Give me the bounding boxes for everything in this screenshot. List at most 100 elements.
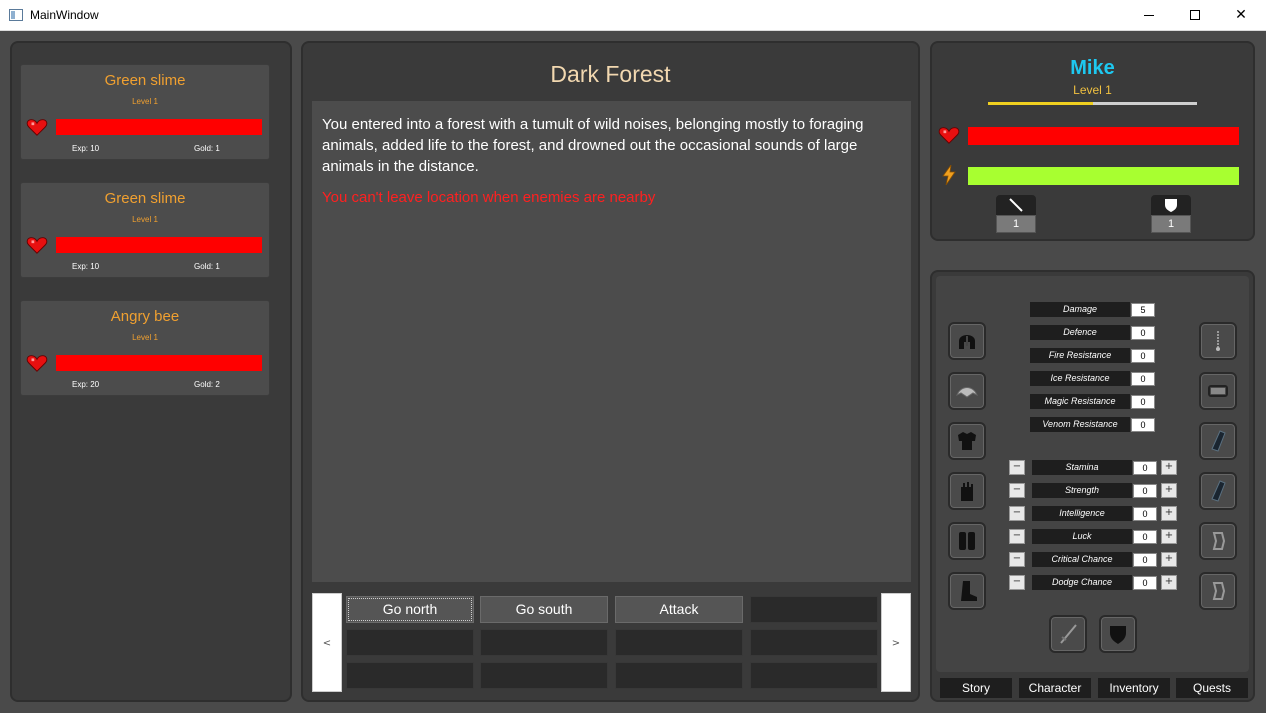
enemy-health-bar (56, 119, 262, 135)
title-bar: MainWindow ✕ (0, 0, 1266, 31)
action-go-south-button[interactable]: Go south (480, 596, 608, 623)
increase-luck-button[interactable]: + (1161, 529, 1177, 544)
action-slot-button[interactable] (480, 629, 608, 656)
heart-icon (26, 119, 48, 136)
stat-value: 0 (1131, 326, 1155, 340)
enemy-exp: Exp: 10 (72, 144, 100, 153)
gloves-slot[interactable] (948, 472, 986, 510)
attribute-value: 0 (1133, 553, 1157, 567)
increase-intelligence-button[interactable]: + (1161, 506, 1177, 521)
enemy-gold: Gold: 1 (194, 262, 220, 271)
ring-slot[interactable] (1199, 572, 1237, 610)
helmet-slot[interactable] (948, 322, 986, 360)
close-icon: ✕ (1235, 7, 1247, 23)
bracer-right-slot[interactable] (1199, 472, 1237, 510)
player-level: Level 1 (1073, 83, 1112, 97)
attribute-label: Intelligence (1032, 506, 1132, 521)
increase-stamina-button[interactable]: + (1161, 460, 1177, 475)
decrease-strength-button[interactable]: − (1009, 483, 1025, 498)
enemy-name: Angry bee (110, 308, 180, 325)
attribute-value: 0 (1133, 461, 1157, 475)
tab-inventory[interactable]: Inventory (1098, 678, 1170, 698)
increase-critical-chance-button[interactable]: + (1161, 552, 1177, 567)
stat-label: Ice Resistance (1030, 371, 1130, 386)
attack-stat: 1 (996, 195, 1036, 233)
bracer-icon (1208, 385, 1228, 397)
attribute-label: Dodge Chance (1032, 575, 1132, 590)
attribute-label: Luck (1032, 529, 1132, 544)
tab-character[interactable]: Character (1019, 678, 1091, 698)
action-slot-button[interactable] (750, 629, 878, 656)
action-slot-button[interactable] (615, 629, 743, 656)
bracer-slot[interactable] (1199, 372, 1237, 410)
shield-icon (1165, 199, 1177, 212)
lightning-icon (942, 165, 956, 185)
experience-bar (988, 102, 1197, 105)
story-log[interactable]: You entered into a forest with a tumult … (312, 101, 911, 582)
decrease-critical-chance-button[interactable]: − (1009, 552, 1025, 567)
chest-armor-icon (958, 432, 976, 450)
tab-quests[interactable]: Quests (1176, 678, 1248, 698)
attribute-value: 0 (1133, 576, 1157, 590)
character-sheet: Damage 5 Defence 0 Fire Resistance 0 Ice… (936, 276, 1249, 698)
boots-slot[interactable] (948, 572, 986, 610)
action-slot-button[interactable] (750, 662, 878, 689)
stat-value: 5 (1131, 303, 1155, 317)
decrease-luck-button[interactable]: − (1009, 529, 1025, 544)
stat-value: 0 (1131, 349, 1155, 363)
enemy-card[interactable]: Green slime Level 1 Exp: 10 Gold: 1 (20, 182, 270, 278)
next-actions-button[interactable]: > (881, 593, 911, 692)
app-icon (9, 9, 23, 21)
action-slot-button[interactable] (750, 596, 878, 623)
decrease-intelligence-button[interactable]: − (1009, 506, 1025, 521)
player-name: Mike (1070, 57, 1115, 79)
enemy-level: Level 1 (132, 97, 158, 106)
action-go-north-button[interactable]: Go north (346, 596, 474, 623)
prev-actions-button[interactable]: < (312, 593, 342, 692)
close-button[interactable]: ✕ (1218, 0, 1264, 31)
minimize-icon (1144, 14, 1154, 16)
attribute-value: 0 (1133, 530, 1157, 544)
player-energy-bar (968, 167, 1239, 185)
tab-story[interactable]: Story (940, 678, 1012, 698)
enemy-panel: Green slime Level 1 Exp: 10 Gold: 1 Gree… (10, 41, 292, 702)
gloves-icon (961, 482, 973, 501)
maximize-icon (1190, 10, 1200, 20)
window-title: MainWindow (30, 8, 99, 22)
belt-slot[interactable] (948, 522, 986, 560)
action-slot-button[interactable] (480, 662, 608, 689)
increase-dodge-chance-button[interactable]: + (1161, 575, 1177, 590)
attack-value: 1 (996, 215, 1036, 233)
stat-value: 0 (1131, 395, 1155, 409)
offhand-slot[interactable] (1099, 615, 1137, 653)
chest-slot[interactable] (948, 422, 986, 460)
ring-icon (1212, 582, 1226, 600)
stat-value: 0 (1131, 418, 1155, 432)
action-slot-button[interactable] (346, 629, 474, 656)
maximize-button[interactable] (1172, 0, 1218, 31)
decrease-dodge-chance-button[interactable]: − (1009, 575, 1025, 590)
warning-message: You can't leave location when enemies ar… (322, 189, 656, 206)
bracer-left-slot[interactable] (1199, 422, 1237, 460)
defence-stat: 1 (1151, 195, 1191, 233)
action-attack-button[interactable]: Attack (615, 596, 743, 623)
action-slot-button[interactable] (346, 662, 474, 689)
enemy-level: Level 1 (132, 215, 158, 224)
sword-icon (1060, 624, 1077, 644)
enemy-card[interactable]: Angry bee Level 1 Exp: 20 Gold: 2 (20, 300, 270, 396)
bracer-left-icon (1211, 430, 1226, 452)
ring-slot[interactable] (1199, 522, 1237, 560)
stat-value: 0 (1131, 372, 1155, 386)
attribute-value: 0 (1133, 484, 1157, 498)
enemy-card[interactable]: Green slime Level 1 Exp: 10 Gold: 1 (20, 64, 270, 160)
stat-label: Defence (1030, 325, 1130, 340)
shoulders-slot[interactable] (948, 372, 986, 410)
weapon-slot[interactable] (1049, 615, 1087, 653)
minimize-button[interactable] (1126, 0, 1172, 31)
enemy-health-bar (56, 237, 262, 253)
action-slot-button[interactable] (615, 662, 743, 689)
enemy-exp: Exp: 10 (72, 262, 100, 271)
increase-strength-button[interactable]: + (1161, 483, 1177, 498)
decrease-stamina-button[interactable]: − (1009, 460, 1025, 475)
amulet-slot[interactable] (1199, 322, 1237, 360)
